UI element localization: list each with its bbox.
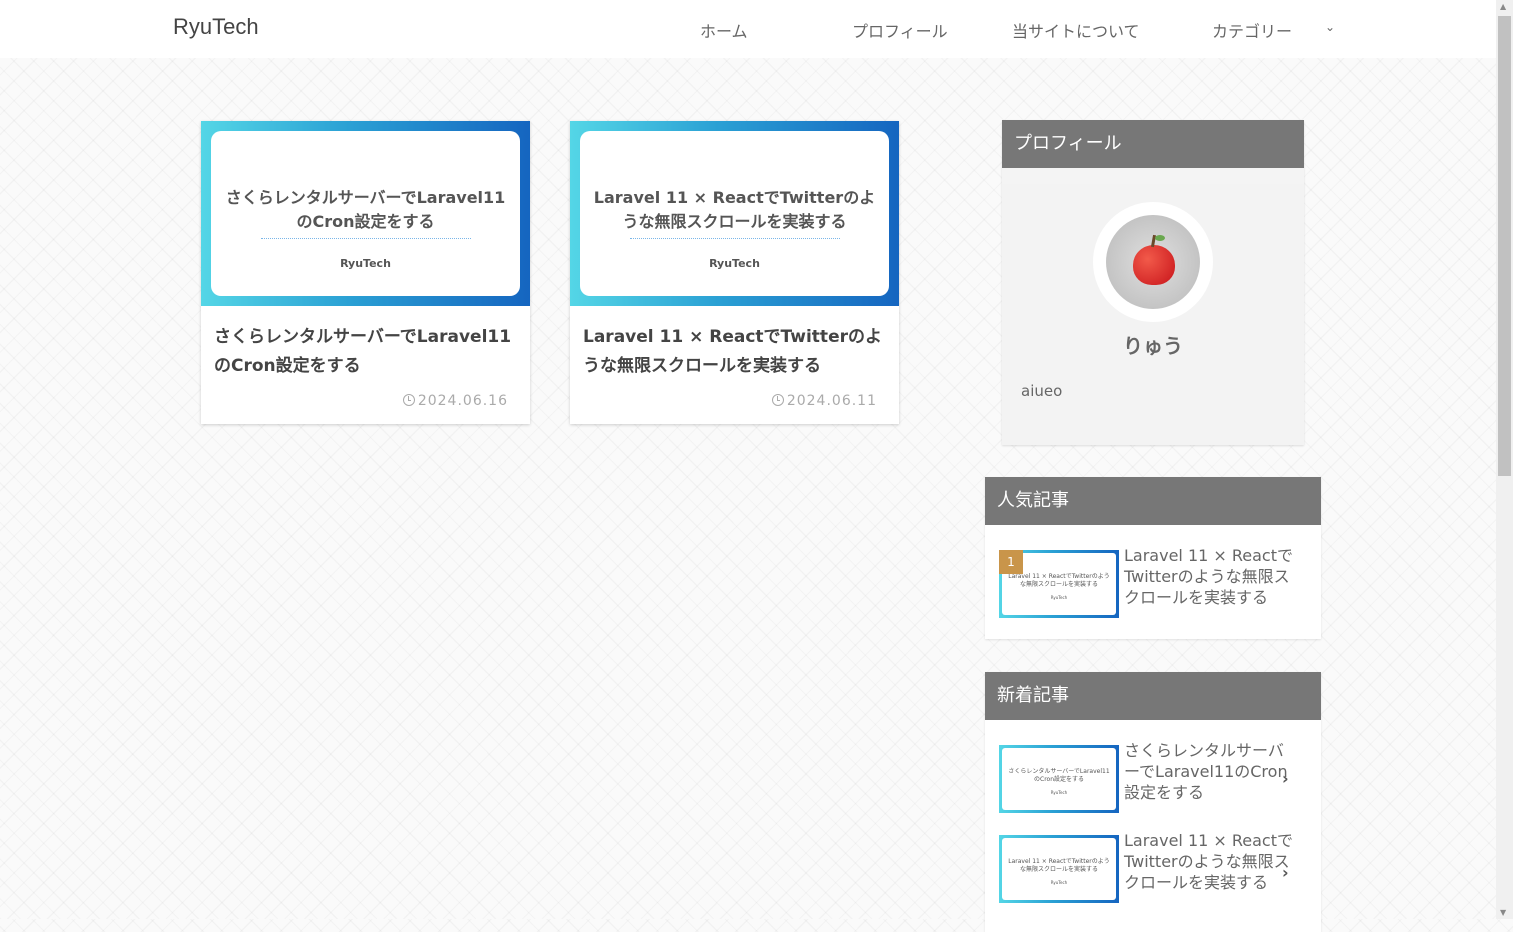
divider [629, 238, 840, 239]
recent-item-title[interactable]: さくらレンタルサーバーでLaravel11のCron設定をする [1124, 740, 1296, 803]
popular-heading: 人気記事 [985, 477, 1321, 525]
chevron-right-icon[interactable]: › [1282, 863, 1289, 882]
popular-item[interactable]: Laravel 11 × ReactでTwitterのような無限スクロールを実装… [999, 546, 1309, 618]
post-card[interactable]: さくらレンタルサーバーでLaravel11のCron設定をする RyuTech … [201, 121, 530, 424]
divider [260, 238, 471, 239]
thumbnail-brand: RyuTech [1050, 880, 1068, 885]
recent-item-thumbnail[interactable]: さくらレンタルサーバーでLaravel11のCron設定をする RyuTech [999, 745, 1119, 813]
site-header: RyuTech ホーム プロフィール 当サイトについて カテゴリー ⌄ [0, 0, 1496, 58]
thumbnail-brand: RyuTech [709, 257, 760, 270]
nav-category[interactable]: カテゴリー [1212, 18, 1292, 42]
scrollbar-thumb[interactable] [1498, 16, 1511, 476]
post-date: 2024.06.11 [771, 393, 877, 409]
thumbnail-title: Laravel 11 × ReactでTwitterのような無限スクロールを実装… [593, 188, 876, 231]
nav-profile[interactable]: プロフィール [852, 18, 948, 42]
clock-icon [402, 394, 415, 406]
profile-widget: プロフィール りゅう aiueo [1002, 120, 1304, 445]
post-title[interactable]: Laravel 11 × ReactでTwitterのような無限スクロールを実装… [583, 323, 887, 381]
nav-home[interactable]: ホーム [700, 18, 748, 42]
thumbnail-brand: RyuTech [340, 257, 391, 270]
popular-posts-widget: 人気記事 Laravel 11 × ReactでTwitterのような無限スクロ… [985, 477, 1321, 639]
site-logo[interactable]: RyuTech [173, 14, 259, 40]
post-thumbnail[interactable]: さくらレンタルサーバーでLaravel11のCron設定をする RyuTech [201, 121, 530, 306]
recent-posts-widget: 新着記事 さくらレンタルサーバーでLaravel11のCron設定をする Ryu… [985, 672, 1321, 932]
scroll-down-arrow-icon[interactable]: ▼ [1500, 908, 1506, 917]
post-date: 2024.06.16 [402, 393, 508, 409]
apple-avatar-image [1106, 215, 1200, 309]
thumbnail-brand: RyuTech [1050, 595, 1068, 600]
profile-name: りゅう [1123, 334, 1183, 358]
chevron-down-icon[interactable]: ⌄ [1325, 20, 1335, 34]
rank-badge: 1 [999, 550, 1023, 574]
scroll-up-arrow-icon[interactable]: ▲ [1500, 2, 1506, 11]
post-thumbnail[interactable]: Laravel 11 × ReactでTwitterのような無限スクロールを実装… [570, 121, 899, 306]
page-scrollbar[interactable]: ▲ ▼ [1496, 0, 1513, 919]
post-card[interactable]: Laravel 11 × ReactでTwitterのような無限スクロールを実装… [570, 121, 899, 424]
recent-item-thumbnail[interactable]: Laravel 11 × ReactでTwitterのような無限スクロールを実装… [999, 835, 1119, 903]
chevron-right-icon[interactable]: › [1282, 769, 1289, 788]
nav-about[interactable]: 当サイトについて [1012, 18, 1140, 42]
recent-heading: 新着記事 [985, 672, 1321, 720]
post-date-text: 2024.06.16 [417, 393, 508, 409]
popular-item-thumbnail[interactable]: Laravel 11 × ReactでTwitterのような無限スクロールを実装… [999, 550, 1119, 618]
thumbnail-title: Laravel 11 × ReactでTwitterのような無限スクロールを実装… [1008, 858, 1110, 873]
profile-bio: aiueo [1021, 382, 1063, 400]
popular-item-title[interactable]: Laravel 11 × ReactでTwitterのような無限スクロールを実装… [1124, 545, 1296, 608]
post-title[interactable]: さくらレンタルサーバーでLaravel11のCron設定をする [214, 323, 518, 381]
thumbnail-title: Laravel 11 × ReactでTwitterのような無限スクロールを実装… [1008, 573, 1110, 588]
recent-item-title[interactable]: Laravel 11 × ReactでTwitterのような無限スクロールを実装… [1124, 830, 1296, 893]
thumbnail-brand: RyuTech [1050, 790, 1068, 795]
post-date-text: 2024.06.11 [786, 393, 877, 409]
thumbnail-title: さくらレンタルサーバーでLaravel11のCron設定をする [225, 188, 506, 231]
thumbnail-title: さくらレンタルサーバーでLaravel11のCron設定をする [1008, 768, 1110, 783]
recent-item[interactable]: Laravel 11 × ReactでTwitterのような無限スクロールを実装… [999, 831, 1309, 903]
recent-item[interactable]: さくらレンタルサーバーでLaravel11のCron設定をする RyuTech … [999, 741, 1309, 813]
profile-heading: プロフィール [1002, 120, 1304, 168]
clock-icon [771, 394, 784, 406]
avatar [1093, 202, 1213, 322]
